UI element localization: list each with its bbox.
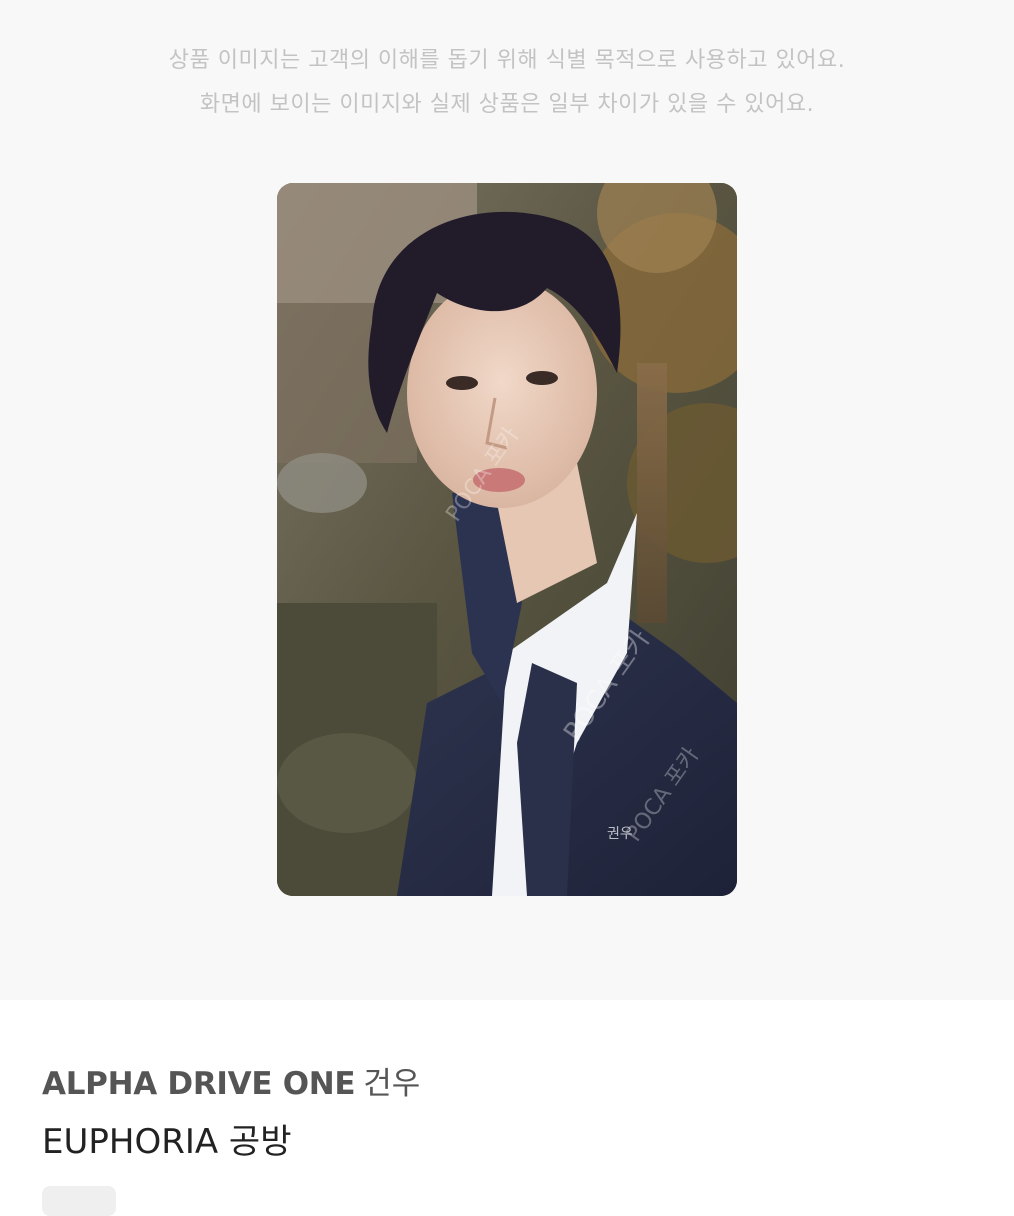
album-title: EUPHORIA 공방 — [42, 1122, 292, 1162]
photocard-image[interactable]: POCA 포카 POCA 포카 POCA 포카 권우 — [277, 183, 737, 896]
image-notice-line-2: 화면에 보이는 이미지와 실제 상품은 일부 차이가 있을 수 있어요. — [199, 92, 815, 117]
product-info-section: ALPHA DRIVE ONE 건우 EUPHORIA 공방 — [0, 1000, 1014, 1216]
artist-name[interactable]: ALPHA DRIVE ONE — [42, 1066, 356, 1102]
product-image-section: 상품 이미지는 고객의 이해를 돕기 위해 식별 목적으로 사용하고 있어요. … — [0, 0, 1014, 1000]
tag-chip[interactable] — [42, 1186, 116, 1216]
image-notice-line-1: 상품 이미지는 고객의 이해를 돕기 위해 식별 목적으로 사용하고 있어요. — [168, 48, 846, 73]
svg-text:권우: 권우 — [607, 826, 633, 842]
artist-line: ALPHA DRIVE ONE 건우 — [42, 1058, 420, 1103]
member-name[interactable]: 건우 — [363, 1066, 420, 1102]
